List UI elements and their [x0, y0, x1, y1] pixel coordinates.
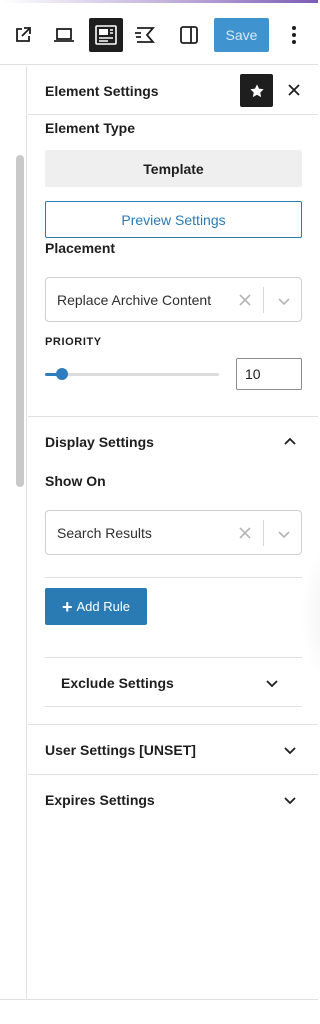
laptop-icon[interactable] — [49, 20, 79, 50]
add-rule-label: Add Rule — [76, 599, 130, 614]
clear-icon[interactable] — [236, 290, 254, 310]
layout-template-icon[interactable] — [89, 18, 123, 52]
select-separator — [263, 520, 264, 546]
canvas-scrollbar[interactable] — [16, 155, 24, 487]
placement-select[interactable]: Replace Archive Content — [45, 277, 302, 322]
priority-input[interactable]: 10 — [236, 358, 302, 390]
section-divider — [28, 774, 318, 775]
more-options-icon[interactable] — [282, 20, 306, 50]
sidebar-panel-icon[interactable] — [174, 20, 204, 50]
display-settings-title[interactable]: Display Settings — [45, 434, 154, 450]
user-settings-title[interactable]: User Settings [UNSET] — [45, 742, 196, 758]
chevron-down-icon[interactable] — [274, 291, 294, 311]
section-divider — [28, 724, 318, 725]
priority-slider-thumb[interactable] — [56, 368, 68, 380]
chevron-down-icon[interactable] — [274, 524, 294, 544]
exclude-bottom-divider — [45, 706, 302, 707]
element-settings-panel: Element Settings Element Type Template P… — [28, 66, 318, 1000]
select-separator — [263, 287, 264, 313]
exclude-top-divider — [45, 657, 302, 658]
placement-value: Replace Archive Content — [57, 292, 212, 308]
floating-edge-shadow — [300, 545, 320, 685]
placement-label: Placement — [45, 240, 116, 256]
expires-settings-title[interactable]: Expires Settings — [45, 792, 155, 808]
exclude-settings-title[interactable]: Exclude Settings — [61, 675, 174, 691]
element-type-template-option[interactable]: Template — [45, 150, 302, 187]
priority-label: PRIORITY — [45, 336, 102, 348]
bottom-divider — [0, 999, 318, 1000]
star-icon[interactable] — [240, 74, 273, 107]
priority-slider[interactable] — [45, 368, 219, 380]
show-on-label: Show On — [45, 473, 106, 489]
save-button[interactable]: Save — [214, 18, 269, 52]
section-divider — [28, 416, 318, 417]
preview-settings-button[interactable]: Preview Settings — [45, 201, 302, 238]
show-on-value: Search Results — [57, 525, 152, 541]
editor-toolbar: Save — [0, 3, 318, 65]
chevron-up-icon[interactable] — [280, 431, 300, 451]
close-icon[interactable] — [284, 78, 304, 102]
external-link-icon[interactable] — [8, 20, 38, 50]
plus-icon: + — [62, 596, 73, 617]
element-type-label: Element Type — [45, 120, 135, 136]
panel-header: Element Settings — [28, 66, 318, 115]
chevron-down-icon[interactable] — [280, 740, 300, 760]
clear-icon[interactable] — [236, 523, 254, 543]
rule-divider — [45, 577, 302, 578]
chevron-down-icon[interactable] — [262, 673, 282, 693]
chevron-down-icon[interactable] — [280, 790, 300, 810]
add-rule-button[interactable]: + Add Rule — [45, 588, 147, 625]
show-on-select[interactable]: Search Results — [45, 510, 302, 555]
motion-icon[interactable] — [132, 20, 162, 50]
panel-title: Element Settings — [45, 83, 159, 99]
